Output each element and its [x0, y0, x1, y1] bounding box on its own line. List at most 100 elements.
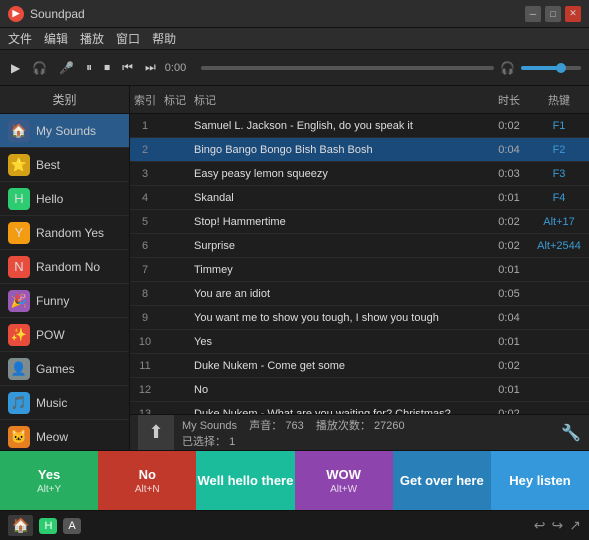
- prev-button[interactable]: ⏮: [119, 58, 136, 77]
- rewind-icon[interactable]: ↩: [534, 517, 546, 534]
- a-badge-icon[interactable]: A: [63, 518, 80, 534]
- track-num: 3: [130, 168, 160, 180]
- upload-icon[interactable]: ⬆: [138, 415, 174, 451]
- track-num: 7: [130, 264, 160, 276]
- track-duration: 0:03: [489, 168, 529, 180]
- track-row[interactable]: 13 Duke Nukem - What are you waiting for…: [130, 402, 589, 414]
- track-row[interactable]: 2 Bingo Bango Bongo Bish Bash Bosh 0:04 …: [130, 138, 589, 162]
- sidebar-item-games[interactable]: 👤 Games: [0, 352, 129, 386]
- track-title: Duke Nukem - Come get some: [190, 360, 489, 372]
- quick-btn-hey-listen[interactable]: Hey listen: [491, 451, 589, 510]
- sidebar-label-music: Music: [36, 396, 67, 410]
- track-title: You are an idiot: [190, 288, 489, 300]
- track-row[interactable]: 1 Samuel L. Jackson - English, do you sp…: [130, 114, 589, 138]
- sidebar-label-random-yes: Random Yes: [36, 226, 104, 240]
- sidebar-icon-random-no: N: [8, 256, 30, 278]
- track-num: 2: [130, 144, 160, 156]
- sidebar-item-random-yes[interactable]: Y Random Yes: [0, 216, 129, 250]
- track-title: No: [190, 384, 489, 396]
- quick-btn-label-get-over-here: Get over here: [400, 473, 484, 488]
- minimize-button[interactable]: ─: [525, 6, 541, 22]
- menu-file[interactable]: 文件: [8, 30, 32, 47]
- export-icon[interactable]: ↗: [569, 517, 581, 534]
- quick-btn-hotkey-no: Alt+N: [135, 484, 160, 495]
- fast-forward-icon[interactable]: ↪: [552, 517, 564, 534]
- home-icon[interactable]: 🏠: [8, 515, 33, 536]
- headphone-icon[interactable]: 🎧: [29, 59, 50, 77]
- quick-btn-get-over-here[interactable]: Get over here: [393, 451, 491, 510]
- quick-btn-label-hey-listen: Hey listen: [509, 473, 570, 488]
- quick-btn-label-yes: Yes: [38, 467, 60, 482]
- track-row[interactable]: 5 Stop! Hammertime 0:02 Alt+17: [130, 210, 589, 234]
- track-title: Easy peasy lemon squeezy: [190, 168, 489, 180]
- volume-icon: 🎧: [500, 61, 515, 75]
- quick-btn-wow[interactable]: WOW Alt+W: [295, 451, 393, 510]
- sidebar-item-my-sounds[interactable]: 🏠 My Sounds: [0, 114, 129, 148]
- quick-btn-no[interactable]: No Alt+N: [98, 451, 196, 510]
- track-title: Surprise: [190, 240, 489, 252]
- sidebar-item-music[interactable]: 🎵 Music: [0, 386, 129, 420]
- track-hotkey: Alt+17: [529, 216, 589, 228]
- next-button[interactable]: ⏭: [142, 58, 159, 77]
- track-duration: 0:01: [489, 384, 529, 396]
- track-num: 1: [130, 120, 160, 132]
- track-hotkey: F1: [529, 120, 589, 132]
- sidebar-item-meow[interactable]: 🐱 Meow: [0, 420, 129, 450]
- sidebar-icon-best: ⭐: [8, 154, 30, 176]
- status-bar: ⬆ My Sounds 声音： 763 播放次数： 27260 已选择： 1 🔧: [130, 414, 589, 450]
- sidebar-label-random-no: Random No: [36, 260, 100, 274]
- sidebar-label-games: Games: [36, 362, 75, 376]
- track-num: 8: [130, 288, 160, 300]
- sidebar-label-funny: Funny: [36, 294, 69, 308]
- maximize-button[interactable]: □: [545, 6, 561, 22]
- sounds-count-label: 声音：: [249, 420, 282, 432]
- track-title: Bingo Bango Bongo Bish Bash Bosh: [190, 144, 489, 156]
- track-hotkey: F4: [529, 192, 589, 204]
- track-row[interactable]: 12 No 0:01: [130, 378, 589, 402]
- track-row[interactable]: 7 Timmey 0:01: [130, 258, 589, 282]
- track-row[interactable]: 3 Easy peasy lemon squeezy 0:03 F3: [130, 162, 589, 186]
- quick-btn-yes[interactable]: Yes Alt+Y: [0, 451, 98, 510]
- sidebar-icon-funny: 🎉: [8, 290, 30, 312]
- pause-button[interactable]: ⏸: [83, 58, 95, 77]
- track-row[interactable]: 11 Duke Nukem - Come get some 0:02: [130, 354, 589, 378]
- menu-help[interactable]: 帮助: [152, 30, 176, 47]
- track-row[interactable]: 4 Skandal 0:01 F4: [130, 186, 589, 210]
- sidebar-item-random-no[interactable]: N Random No: [0, 250, 129, 284]
- progress-bar[interactable]: [201, 66, 494, 70]
- sidebar-icon-hello: H: [8, 188, 30, 210]
- track-row[interactable]: 10 Yes 0:01: [130, 330, 589, 354]
- sidebar-item-pow[interactable]: ✨ POW: [0, 318, 129, 352]
- mic-icon[interactable]: 🎤: [56, 59, 77, 77]
- track-duration: 0:01: [489, 264, 529, 276]
- h-badge-icon[interactable]: H: [39, 518, 57, 534]
- col-duration-header: 时长: [489, 92, 529, 108]
- close-button[interactable]: ✕: [565, 6, 581, 22]
- settings-icon[interactable]: 🔧: [561, 423, 581, 443]
- app-icon: ▶: [8, 6, 24, 22]
- sidebar-label-hello: Hello: [36, 192, 63, 206]
- quick-bar: Yes Alt+Y No Alt+N Well hello there WOW …: [0, 450, 589, 510]
- sidebar-item-hello[interactable]: H Hello: [0, 182, 129, 216]
- track-title: You want me to show you tough, I show yo…: [190, 312, 489, 324]
- track-row[interactable]: 6 Surprise 0:02 Alt+2544: [130, 234, 589, 258]
- sidebar-label-meow: Meow: [36, 430, 68, 444]
- menu-window[interactable]: 窗口: [116, 30, 140, 47]
- volume-slider[interactable]: [521, 66, 581, 70]
- sidebar-item-best[interactable]: ⭐ Best: [0, 148, 129, 182]
- play-button[interactable]: ▶: [8, 59, 23, 77]
- track-duration: 0:04: [489, 144, 529, 156]
- sidebar-icon-meow: 🐱: [8, 426, 30, 448]
- quick-btn-hotkey-yes: Alt+Y: [37, 484, 61, 495]
- title-bar: ▶ Soundpad ─ □ ✕: [0, 0, 589, 28]
- menu-edit[interactable]: 编辑: [44, 30, 68, 47]
- col-title-header: 标记: [190, 92, 489, 108]
- stop-button[interactable]: ⏹: [101, 58, 113, 77]
- track-row[interactable]: 8 You are an idiot 0:05: [130, 282, 589, 306]
- track-row[interactable]: 9 You want me to show you tough, I show …: [130, 306, 589, 330]
- quick-btn-well-hello-there[interactable]: Well hello there: [196, 451, 294, 510]
- menu-play[interactable]: 播放: [80, 30, 104, 47]
- plays-count: 27260: [374, 420, 405, 432]
- sidebar-item-funny[interactable]: 🎉 Funny: [0, 284, 129, 318]
- sidebar-label-best: Best: [36, 158, 60, 172]
